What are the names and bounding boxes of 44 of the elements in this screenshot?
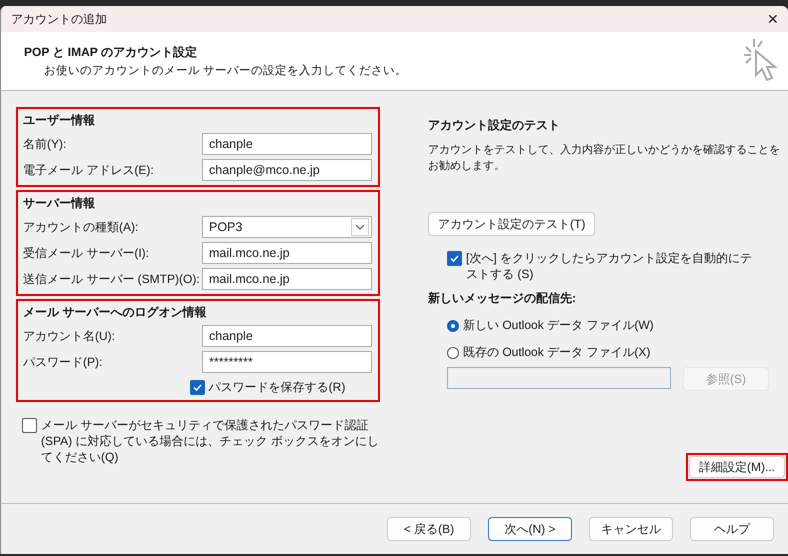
field-label: アカウント名(U): (23, 328, 115, 344)
checkbox[interactable] (447, 251, 462, 266)
footer-button[interactable]: キャンセル (589, 517, 673, 541)
chevron-down-icon (351, 218, 369, 236)
description-text: アカウントをテストして、入力内容が正しいかどうかを確認することをお勧めします。 (428, 142, 781, 174)
test-button[interactable]: アカウント設定のテスト(T) (428, 212, 596, 236)
field-label: 電子メール アドレス(E): (23, 162, 154, 178)
checkbox-label: パスワードを保存する(R) (208, 379, 346, 396)
input-field[interactable]: mail.mco.ne.jp (202, 268, 372, 290)
field-label: 名前(Y): (23, 136, 66, 152)
checkmark-icon (449, 253, 460, 264)
checkmark-icon (192, 382, 203, 393)
footer-button[interactable]: 次へ(N) > (488, 517, 572, 541)
section-title: サーバー情報 (23, 195, 96, 212)
advanced-settings-button[interactable]: 詳細設定(M)... (689, 456, 785, 478)
checkbox-label: [次へ] をクリックしたらアカウント設定を自動的にテストする (S) (466, 250, 754, 282)
section-title: 新しいメッセージの配信先: (428, 290, 576, 307)
checkbox[interactable] (22, 418, 37, 433)
field-label: 送信メール サーバー (SMTP)(O): (23, 270, 200, 288)
account-type-dropdown[interactable]: POP3 (202, 216, 372, 238)
footer-button[interactable]: < 戻る(B) (387, 517, 471, 541)
section-title: アカウント設定のテスト (428, 117, 560, 134)
footer-button[interactable]: ヘルプ (690, 517, 774, 541)
radio-label: 新しい Outlook データ ファイル(W) (463, 317, 654, 334)
input-field[interactable]: chanple (202, 325, 372, 347)
field-label: アカウントの種類(A): (23, 218, 138, 236)
section-title: ユーザー情報 (23, 112, 96, 129)
input-field[interactable]: ********* (202, 351, 372, 373)
file-path-field[interactable] (447, 367, 671, 389)
radio-button[interactable] (447, 320, 459, 332)
checkbox-label: メール サーバーがセキュリティで保護されたパスワード認証 (SPA) に対応している場合には、チェック ボックスをオンにしてください(Q) (41, 417, 380, 465)
radio-label: 既存の Outlook データ ファイル(X) (463, 344, 650, 361)
checkbox[interactable] (190, 380, 205, 395)
input-field[interactable]: mail.mco.ne.jp (202, 242, 372, 264)
close-button[interactable]: ✕ (758, 6, 788, 32)
field-label: 受信メール サーバー(I): (23, 244, 149, 262)
window-title: アカウントの追加 (11, 10, 107, 28)
page-subtitle: お使いのアカウントのメール サーバーの設定を入力してください。 (43, 64, 408, 78)
input-field[interactable]: chanple@mco.ne.jp (202, 159, 372, 181)
input-field[interactable]: chanple (202, 133, 372, 155)
field-label: パスワード(P): (23, 354, 102, 370)
page-title: POP と IMAP のアカウント設定 (24, 44, 198, 61)
radio-button[interactable] (447, 346, 459, 358)
section-title: メール サーバーへのログオン情報 (23, 304, 208, 321)
